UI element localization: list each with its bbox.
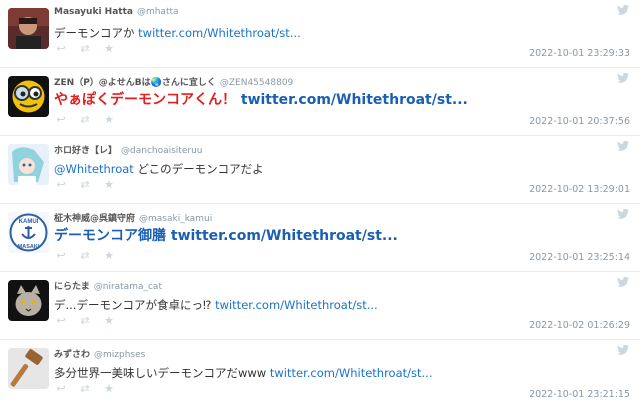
user-name[interactable]: にらたま [54, 282, 90, 292]
avatar-emblem-bottom: MASAKI [18, 244, 40, 250]
user-name[interactable]: みずさわ [54, 350, 90, 360]
user-name[interactable]: ホロ好き【レ】 [54, 146, 117, 156]
tweet-link[interactable]: twitter.com/Whitethroat/st... [171, 228, 398, 244]
user-name[interactable]: 柾木神威@呉鎮守府 [54, 214, 135, 224]
like-icon[interactable]: ★ [102, 315, 116, 327]
tweet-text-before: やぁぽくデーモンコアくん！ [54, 92, 241, 108]
tweet-link[interactable]: twitter.com/Whitethroat/st... [215, 298, 378, 312]
user-handle[interactable]: @danchoaisiteruu [121, 146, 202, 156]
twitter-bird-icon[interactable] [617, 277, 629, 287]
tweet-text: デ...デーモンコアが食卓にっ⁉ twitter.com/Whitethroat… [54, 297, 378, 313]
like-icon[interactable]: ★ [102, 179, 116, 191]
tweet-meta: にらたま @niratama_cat [54, 279, 162, 292]
reply-icon[interactable]: ↩ [54, 250, 68, 262]
reply-icon[interactable]: ↩ [54, 43, 68, 55]
twitter-bird-icon[interactable] [617, 209, 629, 219]
tweet-actions: ↩ ⇄ ★ [54, 315, 116, 327]
twitter-bird-icon[interactable] [617, 345, 629, 355]
timestamp[interactable]: 2022-10-01 23:21:15 [529, 389, 630, 400]
tweet-feed: Masayuki Hatta @mhatta デーモンコアか twitter.co… [0, 0, 640, 408]
timestamp[interactable]: 2022-10-02 01:26:29 [529, 320, 630, 331]
tweet-meta: ZEN（P）@よせんBは🌏さんに宜しく @ZEN45548809 [54, 75, 293, 88]
reply-icon[interactable]: ↩ [54, 179, 68, 191]
avatar[interactable] [8, 76, 49, 117]
reply-icon[interactable]: ↩ [54, 114, 68, 126]
tweet-text-before: デ...デーモンコアが食卓にっ⁉ [54, 298, 216, 312]
like-icon[interactable]: ★ [102, 383, 116, 395]
tweet-link[interactable]: twitter.com/Whitethroat/st... [241, 92, 468, 108]
retweet-icon[interactable]: ⇄ [78, 250, 92, 262]
timestamp[interactable]: 2022-10-01 23:29:33 [529, 48, 630, 59]
avatar[interactable] [8, 8, 49, 49]
tweet-link[interactable]: twitter.com/Whitethroat/st... [138, 26, 301, 40]
tweet-actions: ↩ ⇄ ★ [54, 114, 116, 126]
tweet-text-before: デーモンコア御膳 [54, 228, 171, 244]
like-icon[interactable]: ★ [102, 250, 116, 262]
twitter-bird-icon[interactable] [617, 73, 629, 83]
like-icon[interactable]: ★ [102, 43, 116, 55]
like-icon[interactable]: ★ [102, 114, 116, 126]
reply-icon[interactable]: ↩ [54, 315, 68, 327]
tweet-item: みずさわ @mizphses 多分世界一美味しいデーモンコアだwww twitte… [0, 340, 640, 408]
tweet-item: ZEN（P）@よせんBは🌏さんに宜しく @ZEN45548809 やぁぽくデーモン… [0, 68, 640, 136]
tweet-meta: みずさわ @mizphses [54, 347, 145, 360]
retweet-icon[interactable]: ⇄ [78, 179, 92, 191]
tweet-actions: ↩ ⇄ ★ [54, 383, 116, 395]
timestamp[interactable]: 2022-10-02 13:29:01 [529, 184, 630, 195]
avatar[interactable]: KAMUI MASAKI [8, 212, 49, 253]
avatar[interactable] [8, 348, 49, 389]
tweet-text: @Whitethroat どこのデーモンコアだよ [54, 161, 264, 177]
retweet-icon[interactable]: ⇄ [78, 114, 92, 126]
tweet-text: 多分世界一美味しいデーモンコアだwww twitter.com/Whitethr… [54, 365, 433, 381]
tweet-text-before: 多分世界一美味しいデーモンコアだwww [54, 366, 270, 380]
user-handle[interactable]: @niratama_cat [94, 282, 162, 292]
tweet-text-after: どこのデーモンコアだよ [133, 162, 264, 176]
user-handle[interactable]: @mhatta [137, 7, 179, 17]
tweet-item: にらたま @niratama_cat デ...デーモンコアが食卓にっ⁉ twitt… [0, 272, 640, 340]
user-handle[interactable]: @masaki_kamui [139, 214, 212, 224]
tweet-item: ホロ好き【レ】 @danchoaisiteruu @Whitethroat どこの… [0, 136, 640, 204]
avatar[interactable] [8, 280, 49, 321]
user-handle[interactable]: @mizphses [94, 350, 145, 360]
tweet-item: Masayuki Hatta @mhatta デーモンコアか twitter.co… [0, 0, 640, 68]
retweet-icon[interactable]: ⇄ [78, 315, 92, 327]
user-handle[interactable]: @ZEN45548809 [220, 78, 293, 88]
tweet-text: やぁぽくデーモンコアくん！ twitter.com/Whitethroat/st… [54, 89, 468, 109]
reply-icon[interactable]: ↩ [54, 383, 68, 395]
tweet-meta: 柾木神威@呉鎮守府 @masaki_kamui [54, 211, 212, 224]
tweet-mention[interactable]: @Whitethroat [54, 162, 134, 176]
twitter-bird-icon[interactable] [617, 141, 629, 151]
timestamp[interactable]: 2022-10-01 20:37:56 [529, 116, 630, 127]
tweet-actions: ↩ ⇄ ★ [54, 250, 116, 262]
tweet-text: デーモンコアか twitter.com/Whitethroat/st... [54, 25, 301, 41]
tweet-text-before: デーモンコアか [54, 26, 139, 40]
tweet-meta: ホロ好き【レ】 @danchoaisiteruu [54, 143, 203, 156]
retweet-icon[interactable]: ⇄ [78, 383, 92, 395]
tweet-text: デーモンコア御膳 twitter.com/Whitethroat/st... [54, 225, 398, 245]
avatar[interactable] [8, 144, 49, 185]
timestamp[interactable]: 2022-10-01 23:25:14 [529, 252, 630, 263]
tweet-link[interactable]: twitter.com/Whitethroat/st... [270, 366, 433, 380]
avatar-emblem-top: KAMUI [19, 219, 39, 225]
user-name[interactable]: ZEN（P）@よせんBは🌏さんに宜しく [54, 78, 216, 88]
retweet-icon[interactable]: ⇄ [78, 43, 92, 55]
tweet-actions: ↩ ⇄ ★ [54, 43, 116, 55]
tweet-actions: ↩ ⇄ ★ [54, 179, 116, 191]
tweet-item: KAMUI MASAKI 柾木神威@呉鎮守府 @masaki_kamui デーモンコ… [0, 204, 640, 272]
user-name[interactable]: Masayuki Hatta [54, 7, 133, 17]
tweet-meta: Masayuki Hatta @mhatta [54, 7, 179, 17]
twitter-bird-icon[interactable] [617, 5, 629, 15]
